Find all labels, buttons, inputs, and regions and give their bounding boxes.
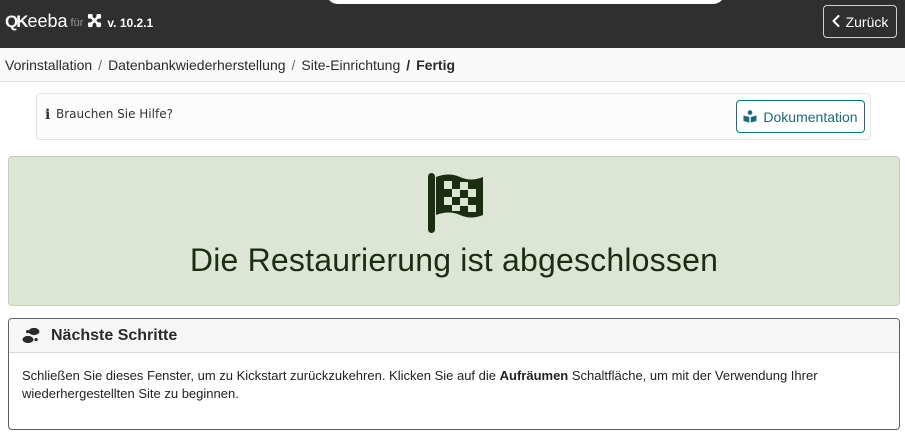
restore-complete-title: Die Restaurierung ist abgeschlossen: [189, 242, 719, 278]
next-steps-body: Schließen Sie dieses Fenster, um zu Kick…: [9, 353, 899, 403]
breadcrumb: Vorinstallation / Datenbankwiederherstel…: [0, 48, 905, 82]
help-text: Brauchen Sie Hilfe?: [56, 107, 173, 121]
help-box: i Brauchen Sie Hilfe? Dokumentation: [36, 93, 871, 140]
top-bar: QK eeba für v. 10.2.1 Zurück: [0, 0, 905, 48]
logo-text: eeba: [27, 11, 68, 31]
breadcrumb-separator: /: [291, 56, 296, 73]
back-button[interactable]: Zurück: [823, 5, 897, 38]
breadcrumb-item-done: Fertig: [416, 56, 456, 73]
joomla-icon: [87, 13, 102, 32]
breadcrumb-item-database: Datenbankwiederherstellung: [108, 56, 286, 73]
next-steps-title: Nächste Schritte: [51, 326, 178, 344]
breadcrumb-item-site-setup: Site-Einrichtung: [301, 56, 401, 73]
cleanup-keyword: Aufräumen: [499, 368, 569, 383]
book-reader-icon: [743, 110, 757, 123]
documentation-button[interactable]: Dokumentation: [736, 100, 865, 133]
next-steps-header: Nächste Schritte: [9, 319, 899, 353]
next-steps-card: Nächste Schritte Schließen Sie dieses Fe…: [8, 318, 900, 430]
breadcrumb-separator: /: [406, 56, 411, 73]
footprints-icon: [22, 327, 40, 343]
documentation-button-label: Dokumentation: [763, 108, 858, 125]
next-steps-text-before: Schließen Sie dieses Fenster, um zu Kick…: [22, 368, 500, 383]
breadcrumb-item-preinstall: Vorinstallation: [5, 56, 93, 73]
chevron-left-icon: [832, 14, 840, 27]
info-icon: i: [45, 107, 51, 123]
logo-fuer: für: [70, 17, 84, 29]
top-search-field: [326, 0, 725, 4]
restore-complete-panel: Die Restaurierung ist abgeschlossen: [8, 156, 900, 306]
akeeba-logo: QK eeba für v. 10.2.1: [5, 11, 153, 32]
version-label: v. 10.2.1: [107, 15, 154, 30]
back-button-label: Zurück: [845, 13, 889, 30]
breadcrumb-separator: /: [98, 56, 103, 73]
logo-mark: QK: [5, 11, 28, 31]
checkered-flag-icon: [428, 173, 483, 233]
